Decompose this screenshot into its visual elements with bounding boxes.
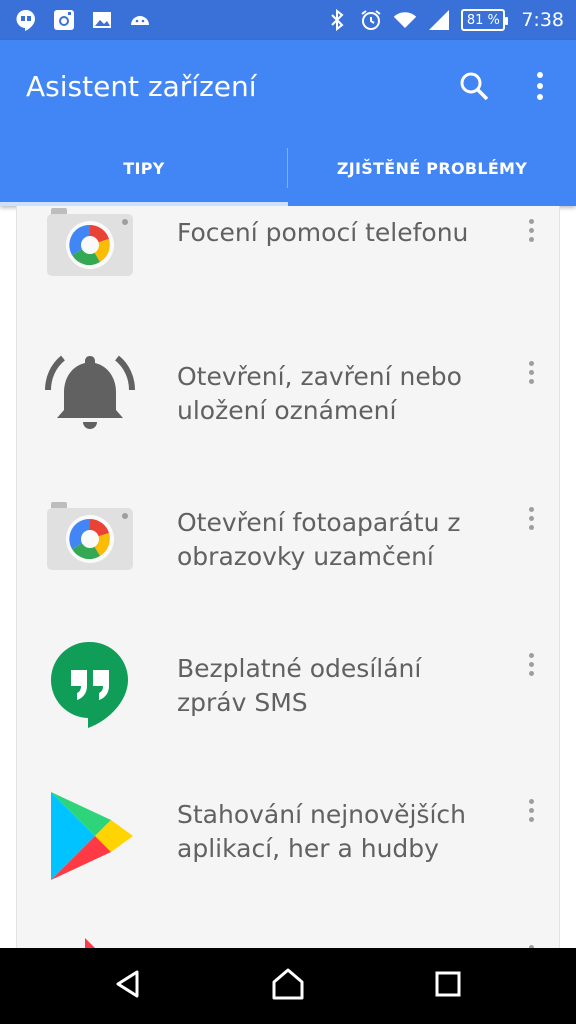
battery-indicator: 81 % bbox=[461, 9, 509, 31]
instagram-icon bbox=[52, 8, 76, 32]
camera-icon bbox=[45, 494, 135, 584]
list-item[interactable]: Bezplatné odesílání zpráv SMS bbox=[17, 602, 559, 748]
clock: 7:38 bbox=[521, 9, 564, 31]
bluetooth-icon bbox=[325, 8, 349, 32]
tab-label: TIPY bbox=[123, 158, 165, 178]
list-item[interactable]: Otevření fotoaparátu z obrazovky uzamčen… bbox=[17, 456, 559, 602]
play-store-icon bbox=[45, 936, 135, 948]
hangouts-icon bbox=[45, 640, 135, 730]
list-item-label: Focení pomocí telefonu bbox=[177, 218, 469, 247]
camera-icon bbox=[45, 206, 135, 290]
bell-icon bbox=[45, 348, 135, 438]
android-icon bbox=[128, 8, 152, 32]
recents-icon bbox=[434, 970, 462, 1002]
item-more-button[interactable] bbox=[519, 790, 543, 830]
home-icon bbox=[271, 967, 305, 1005]
list-item[interactable]: Otevření, zavření nebo uložení oznámení bbox=[17, 310, 559, 456]
item-more-button[interactable] bbox=[519, 352, 543, 392]
app-bar: Asistent zařízení TIPY ZJIŠTĚNÉ PROBLÉMY bbox=[0, 40, 576, 206]
back-icon bbox=[113, 969, 143, 1003]
tips-list[interactable]: Focení pomocí telefonu Otevření, zavření… bbox=[16, 206, 560, 948]
list-item-label: Otevření fotoaparátu z obrazovky uzamčen… bbox=[177, 508, 461, 571]
more-vert-icon bbox=[535, 71, 545, 105]
page-title: Asistent zařízení bbox=[26, 70, 257, 103]
hangouts-icon bbox=[14, 8, 38, 32]
wifi-icon bbox=[393, 8, 417, 32]
signal-icon bbox=[427, 8, 451, 32]
status-bar: 81 % 7:38 bbox=[0, 0, 576, 40]
tab-tips[interactable]: TIPY bbox=[0, 130, 288, 206]
item-more-button[interactable] bbox=[519, 936, 543, 948]
item-more-button[interactable] bbox=[519, 210, 543, 250]
back-button[interactable] bbox=[104, 962, 152, 1010]
navigation-bar bbox=[0, 948, 576, 1024]
search-button[interactable] bbox=[450, 64, 498, 112]
play-store-icon bbox=[45, 790, 135, 880]
list-item[interactable] bbox=[17, 894, 559, 948]
item-more-button[interactable] bbox=[519, 644, 543, 684]
list-item-label: Bezplatné odesílání zpráv SMS bbox=[177, 654, 422, 717]
tab-detected-problems[interactable]: ZJIŠTĚNÉ PROBLÉMY bbox=[288, 130, 576, 206]
list-item[interactable]: Stahování nejnovějších aplikací, her a h… bbox=[17, 748, 559, 894]
tab-bar: TIPY ZJIŠTĚNÉ PROBLÉMY bbox=[0, 130, 576, 206]
tab-label: ZJIŠTĚNÉ PROBLÉMY bbox=[336, 158, 528, 178]
overflow-menu-button[interactable] bbox=[516, 64, 564, 112]
item-more-button[interactable] bbox=[519, 498, 543, 538]
list-item-label: Otevření, zavření nebo uložení oznámení bbox=[177, 362, 462, 425]
list-item[interactable]: Focení pomocí telefonu bbox=[17, 206, 559, 310]
list-item-label: Stahování nejnovějších aplikací, her a h… bbox=[177, 800, 466, 863]
recents-button[interactable] bbox=[424, 962, 472, 1010]
home-button[interactable] bbox=[264, 962, 312, 1010]
search-icon bbox=[458, 70, 490, 106]
alarm-icon bbox=[359, 8, 383, 32]
gallery-icon bbox=[90, 8, 114, 32]
